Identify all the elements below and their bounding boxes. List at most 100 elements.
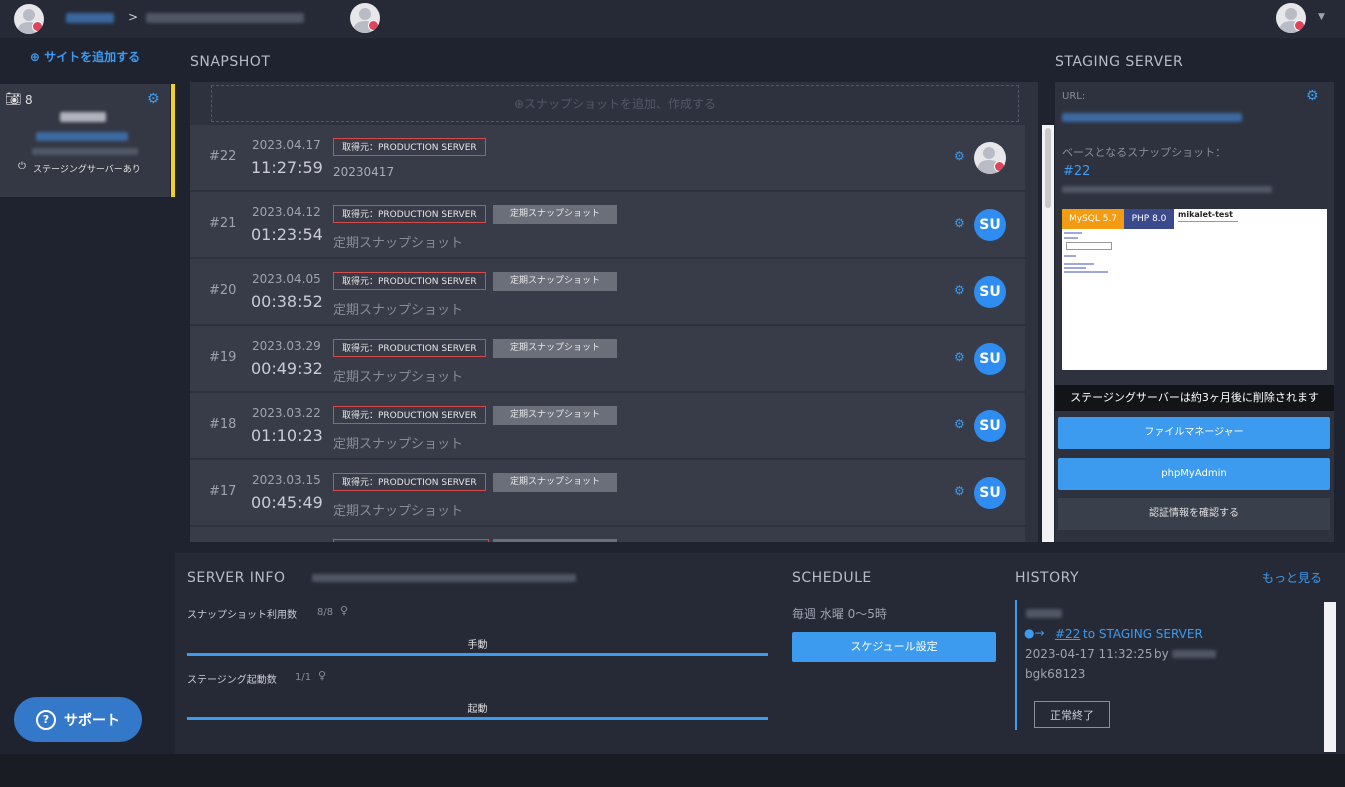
- snapshot-settings-gear-icon[interactable]: ⚙: [954, 216, 965, 230]
- snapshot-usage-progress: [187, 653, 768, 656]
- footer-bar: [0, 754, 1345, 787]
- history-snapshot-link[interactable]: #22: [1055, 627, 1080, 641]
- schedule-settings-button[interactable]: スケジュール設定: [792, 632, 996, 662]
- staging-title: STAGING SERVER: [1055, 54, 1184, 70]
- snapshot-row[interactable]: [190, 527, 1025, 542]
- staging-site-preview: mikalet-test: [1062, 209, 1327, 370]
- history-more-link[interactable]: もっと見る: [1262, 569, 1322, 586]
- snapshot-settings-gear-icon[interactable]: ⚙: [954, 484, 965, 498]
- file-manager-button[interactable]: ファイルマネージャー: [1058, 417, 1330, 449]
- add-snapshot-button[interactable]: ⊕ スナップショットを追加、作成する: [211, 85, 1019, 122]
- view-credentials-button[interactable]: 認証情報を確認する: [1058, 498, 1330, 530]
- snapshot-memo: 定期スナップショット: [333, 303, 464, 318]
- site-detail: [32, 148, 138, 155]
- preview-site-title: mikalet-test: [1178, 210, 1233, 219]
- start-staging-button[interactable]: SU: [974, 276, 1006, 308]
- snapshot-row[interactable]: #17 2023.03.15 00:45:49 取得元：PRODUCTION S…: [190, 460, 1025, 525]
- snapshot-time: 00:45:49: [251, 493, 323, 512]
- start-staging-button[interactable]: SU: [974, 410, 1006, 442]
- mysql-version-badge: MySQL 5.7: [1062, 209, 1124, 229]
- user-menu-chevron-down-icon[interactable]: ▼: [1318, 12, 1325, 22]
- snapshot-usage-value: 8/8: [317, 607, 334, 618]
- php-version-badge: PHP 8.0: [1124, 209, 1174, 229]
- base-snapshot-link[interactable]: #22: [1063, 164, 1090, 179]
- scheduled-tag: [493, 539, 617, 542]
- scheduled-tag: 定期スナップショット: [493, 272, 617, 291]
- schedule-title: SCHEDULE: [792, 570, 872, 586]
- start-staging-button[interactable]: SU: [974, 343, 1006, 375]
- snapshot-number: #19: [209, 350, 237, 365]
- camera-icon: 📷︎: [5, 92, 22, 107]
- staging-usage-value: 1/1: [295, 672, 312, 683]
- scheduled-tag: 定期スナップショット: [493, 205, 617, 224]
- site-card[interactable]: 📷︎ 8 ⚙ ⏻ ステージングサーバーあり: [0, 84, 175, 197]
- snapshot-row[interactable]: #21 2023.04.12 01:23:54 取得元：PRODUCTION S…: [190, 192, 1025, 257]
- snapshot-row[interactable]: #20 2023.04.05 00:38:52 取得元：PRODUCTION S…: [190, 259, 1025, 324]
- power-icon: ⏻: [18, 161, 26, 172]
- source-badge: 取得元：PRODUCTION SERVER: [333, 406, 486, 424]
- snapshot-settings-gear-icon[interactable]: ⚙: [954, 350, 965, 364]
- snapshot-settings-gear-icon[interactable]: ⚙: [954, 417, 965, 431]
- phpmyadmin-button[interactable]: phpMyAdmin: [1058, 458, 1330, 490]
- snapshot-date: 2023.04.12: [252, 205, 321, 219]
- source-badge: 取得元：PRODUCTION SERVER: [333, 272, 486, 290]
- snapshot-number: #17: [209, 484, 237, 499]
- scheduled-tag: 定期スナップショット: [493, 339, 617, 358]
- snapshot-row[interactable]: #22 2023.04.17 11:27:59 取得元：PRODUCTION S…: [190, 125, 1025, 190]
- org-avatar-icon[interactable]: [14, 4, 44, 34]
- staging-settings-gear-icon[interactable]: ⚙: [1306, 88, 1319, 104]
- source-badge: [333, 539, 489, 542]
- snapshot-settings-gear-icon[interactable]: ⚙: [954, 283, 965, 297]
- snapshot-user-avatar-icon: [974, 142, 1006, 174]
- snapshot-number: #18: [209, 417, 237, 432]
- snapshot-row[interactable]: #19 2023.03.29 00:49:32 取得元：PRODUCTION S…: [190, 326, 1025, 391]
- history-datetime: 2023-04-17 11:32:25: [1025, 647, 1153, 661]
- help-icon: ?: [36, 709, 56, 730]
- snapshot-memo: 定期スナップショット: [333, 370, 464, 385]
- start-staging-button[interactable]: SU: [974, 477, 1006, 509]
- manual-label: 手動: [467, 640, 488, 651]
- server-hostname: [312, 574, 576, 582]
- staging-status-label: ステージングサーバーあり: [33, 165, 141, 175]
- plus-circle-icon: ⊕: [513, 96, 525, 111]
- history-user-email: [1172, 650, 1216, 658]
- staging-url-label: URL:: [1062, 91, 1086, 102]
- site-url-link[interactable]: [36, 132, 128, 141]
- info-hint-icon[interactable]: ♀: [318, 669, 326, 682]
- history-timeline: [1015, 600, 1017, 730]
- start-staging-button[interactable]: SU: [974, 209, 1006, 241]
- scheduled-tag: 定期スナップショット: [493, 473, 617, 492]
- source-badge: 取得元：PRODUCTION SERVER: [333, 205, 486, 223]
- selected-indicator: [171, 84, 175, 197]
- site-avatar-icon[interactable]: [350, 3, 380, 33]
- snapshot-date: 2023.03.29: [252, 339, 321, 353]
- snapshot-row[interactable]: #18 2023.03.22 01:10:23 取得元：PRODUCTION S…: [190, 393, 1025, 458]
- snapshot-settings-gear-icon[interactable]: ⚙: [954, 149, 965, 163]
- snapshot-time: 00:49:32: [251, 359, 323, 378]
- staging-url-link[interactable]: [1062, 113, 1242, 122]
- base-snapshot-label: ベースとなるスナップショット：: [1062, 146, 1227, 159]
- source-badge: 取得元：PRODUCTION SERVER: [333, 473, 486, 491]
- source-badge: 取得元：PRODUCTION SERVER: [333, 339, 486, 357]
- add-site-button[interactable]: ⊕ サイトを追加する: [0, 48, 170, 65]
- site-settings-gear-icon[interactable]: ⚙: [147, 91, 160, 107]
- breadcrumb-org[interactable]: [66, 13, 114, 23]
- info-hint-icon[interactable]: ♀: [340, 604, 348, 617]
- snapshot-title: SNAPSHOT: [190, 54, 271, 70]
- arrow-right-icon: ●→: [1024, 626, 1045, 640]
- snapshot-memo: 定期スナップショット: [333, 236, 464, 251]
- staging-usage-progress: [187, 717, 768, 720]
- history-entry-title: [1026, 609, 1062, 618]
- history-scrollbar[interactable]: [1324, 602, 1336, 752]
- snapshot-number: #21: [209, 216, 237, 231]
- user-avatar-icon[interactable]: [1276, 3, 1306, 33]
- support-button[interactable]: ? サポート: [14, 697, 142, 742]
- snapshot-scrollbar-thumb[interactable]: [1045, 128, 1051, 208]
- breadcrumb-site: [146, 13, 304, 23]
- snapshot-memo: 20230417: [333, 165, 395, 179]
- snapshot-number: #20: [209, 283, 237, 298]
- site-name: [60, 112, 106, 122]
- history-title: HISTORY: [1015, 570, 1079, 586]
- snapshot-time: 01:23:54: [251, 225, 323, 244]
- scheduled-tag: 定期スナップショット: [493, 406, 617, 425]
